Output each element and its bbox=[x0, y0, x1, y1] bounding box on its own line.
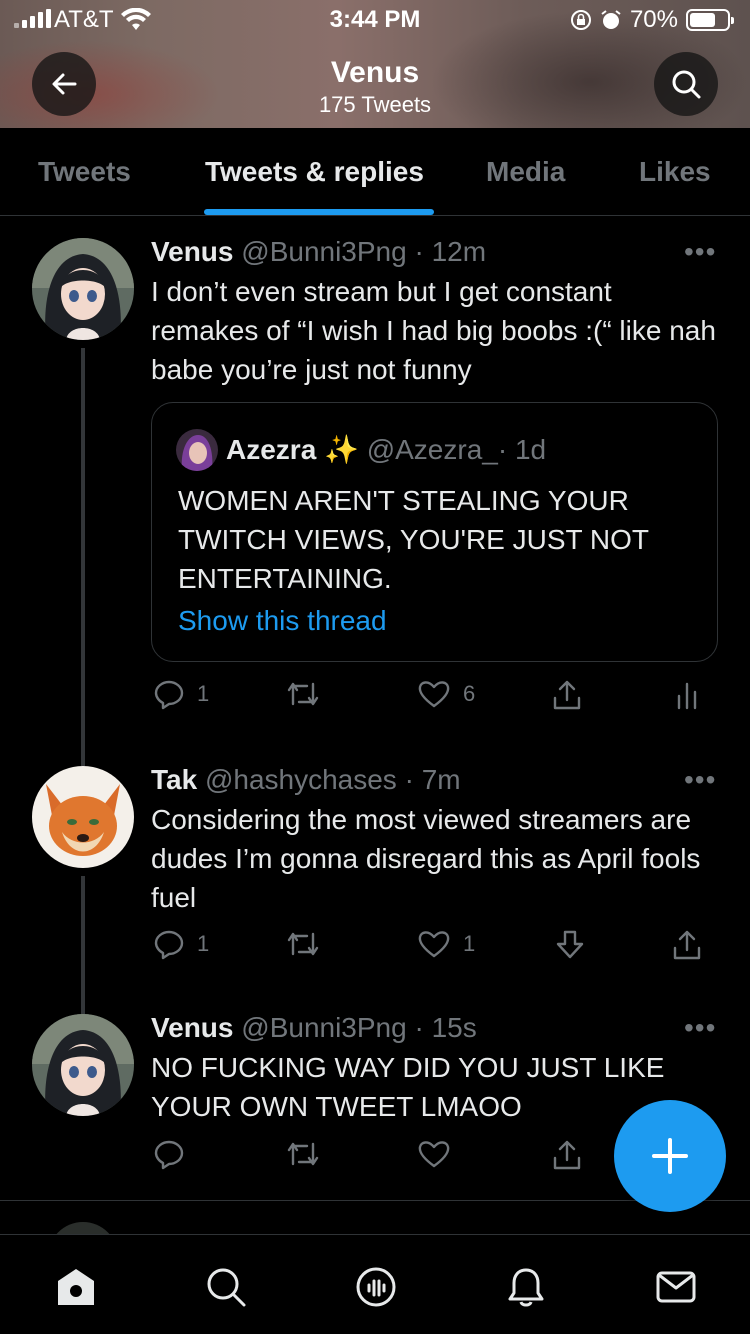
search-button[interactable] bbox=[654, 52, 718, 116]
author-handle[interactable]: @Bunni3Png bbox=[241, 1012, 406, 1043]
quoted-avatar bbox=[176, 429, 218, 471]
bottom-navigation bbox=[0, 1234, 750, 1334]
author-name[interactable]: Venus bbox=[151, 1012, 233, 1043]
alarm-icon bbox=[601, 10, 621, 29]
tweet-time: · 7m bbox=[404, 764, 461, 795]
active-tab-indicator bbox=[204, 209, 434, 215]
profile-name: Venus bbox=[330, 56, 420, 89]
heart-icon bbox=[418, 1141, 450, 1168]
analytics-button[interactable] bbox=[673, 678, 701, 710]
quoted-author-handle: @Azezra_ bbox=[366, 434, 498, 465]
retweet-icon bbox=[287, 1142, 319, 1166]
quoted-tweet[interactable]: Azezra ✨ @Azezra_· 1d WOMEN AREN'T STEAL… bbox=[151, 402, 718, 662]
thread-line bbox=[81, 876, 85, 1006]
tweet-time: · 12m bbox=[414, 236, 487, 267]
retweet-button[interactable] bbox=[285, 928, 321, 960]
reply-button[interactable] bbox=[153, 1138, 185, 1170]
nav-spaces[interactable] bbox=[352, 1263, 400, 1311]
status-bar: AT&T 3:44 PM 70% bbox=[0, 0, 750, 40]
author-handle[interactable]: @hashychases bbox=[205, 764, 397, 795]
retweet-button[interactable] bbox=[285, 678, 321, 710]
avatar[interactable] bbox=[32, 238, 134, 340]
reply-count: 1 bbox=[197, 931, 210, 956]
tab-likes[interactable]: Likes bbox=[639, 156, 711, 188]
heart-icon bbox=[418, 931, 450, 958]
show-thread-link[interactable]: Show this thread bbox=[178, 605, 387, 637]
quoted-author-name: Azezra bbox=[226, 434, 317, 465]
search-icon bbox=[207, 1268, 246, 1307]
heart-icon bbox=[418, 681, 450, 708]
reply-count: 1 bbox=[197, 681, 210, 706]
tweet-count: 175 Tweets bbox=[318, 92, 432, 117]
tweet-header: Venus @Bunni3Png · 12m bbox=[151, 236, 486, 268]
share-button[interactable] bbox=[551, 678, 583, 712]
more-options-button[interactable]: ••• bbox=[684, 236, 716, 268]
like-count: 6 bbox=[463, 681, 476, 706]
more-options-button[interactable]: ••• bbox=[684, 1012, 716, 1044]
quoted-time: · 1d bbox=[497, 434, 547, 465]
quoted-text: WOMEN AREN'T STEALING YOUR TWITCH VIEWS,… bbox=[178, 485, 649, 594]
orientation-lock-icon bbox=[570, 10, 591, 30]
share-icon bbox=[553, 680, 581, 710]
tweet-time: · 15s bbox=[414, 1012, 477, 1043]
like-count: 1 bbox=[463, 931, 476, 956]
plus-icon bbox=[652, 1138, 688, 1174]
author-name[interactable]: Tak bbox=[151, 764, 197, 795]
arrow-down-icon bbox=[556, 930, 584, 959]
thread-line bbox=[81, 348, 85, 756]
avatar[interactable] bbox=[32, 1014, 134, 1116]
retweet-button[interactable] bbox=[285, 1138, 321, 1170]
spaces-icon bbox=[356, 1267, 396, 1307]
tweet-header: Tak @hashychases · 7m bbox=[151, 764, 461, 796]
reply-icon bbox=[154, 930, 184, 960]
tweet-header: Venus @Bunni3Png · 15s bbox=[151, 1012, 477, 1044]
nav-notifications[interactable] bbox=[502, 1263, 550, 1311]
quoted-header: Azezra ✨ @Azezra_· 1d bbox=[226, 433, 546, 466]
share-button[interactable] bbox=[551, 1138, 583, 1172]
retweet-icon bbox=[287, 682, 319, 706]
nav-search[interactable] bbox=[202, 1263, 250, 1311]
home-icon bbox=[58, 1269, 94, 1305]
battery-icon bbox=[686, 9, 734, 31]
reply-button[interactable]: 1 bbox=[153, 928, 209, 960]
reply-button[interactable]: 1 bbox=[153, 678, 209, 710]
downvote-button[interactable] bbox=[555, 928, 585, 960]
notifications-icon bbox=[508, 1268, 544, 1307]
tab-tweets[interactable]: Tweets bbox=[38, 156, 131, 188]
profile-header: AT&T 3:44 PM 70% Venus 175 Tweets bbox=[0, 0, 750, 128]
nav-messages[interactable] bbox=[652, 1263, 700, 1311]
tweet-text: Considering the most viewed streamers ar… bbox=[151, 804, 701, 913]
like-button[interactable]: 6 bbox=[417, 678, 475, 710]
reply-icon bbox=[154, 680, 184, 710]
like-button[interactable] bbox=[417, 1138, 451, 1170]
compose-tweet-button[interactable] bbox=[614, 1100, 726, 1212]
author-name[interactable]: Venus bbox=[151, 236, 233, 267]
search-icon bbox=[672, 70, 701, 99]
tab-tweets-and-replies[interactable]: Tweets & replies bbox=[205, 156, 424, 188]
reply-icon bbox=[154, 1140, 184, 1170]
more-options-button[interactable]: ••• bbox=[684, 764, 716, 796]
profile-tabs: Tweets Tweets & replies Media Likes bbox=[0, 128, 750, 216]
thread-line bbox=[81, 756, 85, 766]
retweet-icon bbox=[287, 932, 319, 956]
messages-icon bbox=[656, 1271, 696, 1303]
sparkles-emoji: ✨ bbox=[324, 434, 359, 465]
tweet-text: I don’t even stream but I get constant r… bbox=[151, 276, 716, 385]
next-tweet-peek bbox=[0, 1210, 750, 1234]
avatar[interactable] bbox=[32, 766, 134, 868]
tweet[interactable]: Venus @Bunni3Png · 12m ••• I don’t even … bbox=[0, 216, 750, 756]
share-icon bbox=[673, 930, 701, 960]
status-icons: 70% bbox=[570, 6, 734, 34]
battery-percent: 70% bbox=[629, 6, 678, 33]
tab-media[interactable]: Media bbox=[486, 156, 565, 188]
thread-line bbox=[81, 1006, 85, 1014]
author-handle[interactable]: @Bunni3Png bbox=[241, 236, 406, 267]
tweet[interactable]: Tak @hashychases · 7m ••• Considering th… bbox=[0, 756, 750, 1006]
like-button[interactable]: 1 bbox=[417, 928, 475, 960]
analytics-icon bbox=[677, 682, 697, 710]
share-button[interactable] bbox=[671, 928, 703, 962]
nav-home[interactable] bbox=[52, 1263, 100, 1311]
share-icon bbox=[553, 1140, 581, 1170]
